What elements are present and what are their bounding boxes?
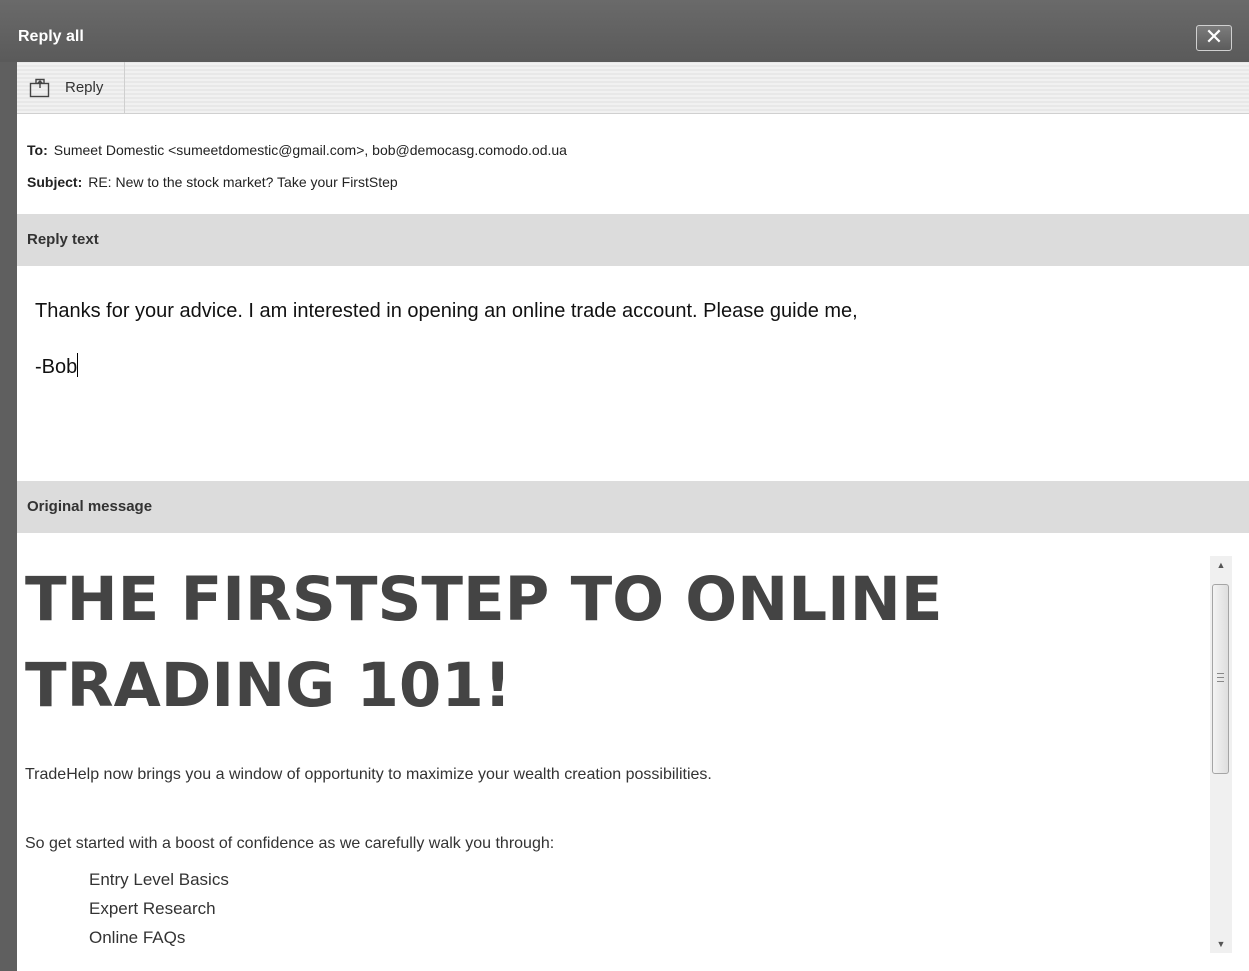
original-message-heading: THE FIRSTSTEP TO ONLINE TRADING 101! <box>25 564 943 721</box>
scroll-down-arrow[interactable]: ▼ <box>1210 935 1232 953</box>
text-cursor <box>77 353 79 377</box>
to-label: To: <box>27 142 48 158</box>
dialog-title: Reply all <box>18 28 84 45</box>
message-header: To: Sumeet Domestic <sumeetdomestic@gmail… <box>17 114 1249 214</box>
scroll-grip-icon <box>1217 673 1224 682</box>
reply-button[interactable]: Reply <box>17 62 125 113</box>
original-message-section-header: Original message <box>17 481 1249 533</box>
vertical-scrollbar[interactable]: ▲ ▼ <box>1210 556 1232 953</box>
original-message-paragraph: So get started with a boost of confidenc… <box>25 835 555 852</box>
reply-signature: -Bob <box>35 353 1249 379</box>
subject-value: RE: New to the stock market? Take your F… <box>88 174 398 190</box>
dialog-content: Reply To: Sumeet Domestic <sumeetdomestic… <box>17 62 1249 971</box>
list-item: Expert Research <box>89 899 216 918</box>
scroll-thumb[interactable] <box>1212 584 1229 774</box>
dialog-titlebar: Reply all ✕ <box>0 0 1249 62</box>
subject-label: Subject: <box>27 174 83 190</box>
original-message-body: THE FIRSTSTEP TO ONLINE TRADING 101! Tra… <box>17 533 1249 971</box>
list-item: Online FAQs <box>89 928 186 947</box>
reply-button-label: Reply <box>65 79 104 96</box>
reply-text-editor[interactable]: Thanks for your advice. I am interested … <box>17 266 1249 481</box>
reply-text-line: Thanks for your advice. I am interested … <box>35 300 858 322</box>
close-icon: ✕ <box>1204 24 1224 49</box>
toolbar: Reply <box>17 62 1249 114</box>
original-message-list: Entry Level Basics Expert Research Onlin… <box>89 865 229 952</box>
close-button[interactable]: ✕ <box>1196 25 1232 51</box>
reply-text-section-header: Reply text <box>17 214 1249 266</box>
subject-field: Subject: RE: New to the stock market? Tak… <box>27 174 398 190</box>
to-value: Sumeet Domestic <sumeetdomestic@gmail.co… <box>53 142 567 158</box>
reply-all-dialog: Reply all ✕ Reply To: Sumeet Domestic <su… <box>0 0 1249 971</box>
reply-icon <box>29 78 50 98</box>
list-item: Entry Level Basics <box>89 870 229 889</box>
to-field: To: Sumeet Domestic <sumeetdomestic@gmail… <box>27 142 567 158</box>
scroll-up-arrow[interactable]: ▲ <box>1210 556 1232 574</box>
original-message-paragraph: TradeHelp now brings you a window of opp… <box>25 766 712 783</box>
